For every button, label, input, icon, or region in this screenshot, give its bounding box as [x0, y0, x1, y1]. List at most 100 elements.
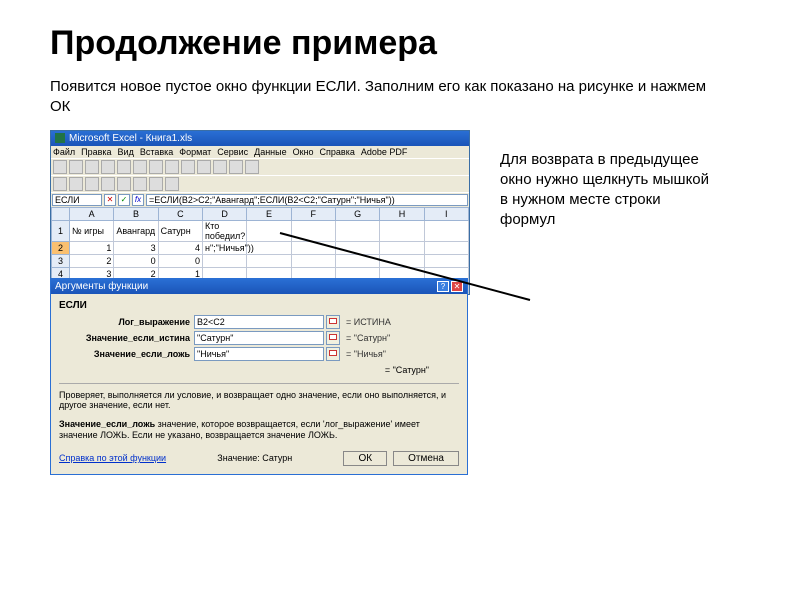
excel-icon [55, 133, 65, 143]
side-note: Для возврата в предыдущее окно нужно щел… [500, 150, 720, 231]
argument-label: Лог_выражение [59, 317, 194, 327]
cell[interactable]: 0 [158, 254, 202, 267]
toolbar-button[interactable] [133, 177, 147, 191]
toolbar-button[interactable] [85, 160, 99, 174]
cell[interactable] [424, 254, 468, 267]
column-header[interactable]: C [158, 207, 202, 220]
cell[interactable] [247, 220, 291, 241]
cell[interactable]: Кто победил? [202, 220, 246, 241]
toolbar-button[interactable] [101, 177, 115, 191]
argument-input[interactable] [194, 315, 324, 329]
cell[interactable] [291, 241, 335, 254]
excel-screenshot: Microsoft Excel - Книга1.xls Файл Правка В… [50, 130, 470, 295]
argument-resolved: = "Ничья" [346, 349, 386, 359]
help-button[interactable]: ? [437, 281, 449, 292]
value-label: Значение: Сатурн [217, 453, 292, 463]
column-header[interactable]: F [291, 207, 335, 220]
menu-item[interactable]: Вставка [140, 147, 173, 157]
toolbar-button[interactable] [197, 160, 211, 174]
menu-item[interactable]: Справка [320, 147, 355, 157]
cell[interactable]: Сатурн [158, 220, 202, 241]
accept-formula-icon[interactable]: ✓ [118, 194, 130, 206]
toolbar-button[interactable] [149, 160, 163, 174]
menu-item[interactable]: Файл [53, 147, 75, 157]
menu-item[interactable]: Окно [293, 147, 314, 157]
toolbar-button[interactable] [165, 160, 179, 174]
help-link[interactable]: Справка по этой функции [59, 453, 166, 463]
cell[interactable] [380, 254, 424, 267]
column-header[interactable]: I [424, 207, 468, 220]
toolbar-button[interactable] [245, 160, 259, 174]
cell[interactable] [202, 254, 246, 267]
formula-bar[interactable]: =ЕСЛИ(B2>C2;"Авангард";ЕСЛИ(B2<C2;"Сатур… [146, 194, 468, 206]
menu-item[interactable]: Формат [179, 147, 211, 157]
cancel-button[interactable]: Отмена [393, 451, 459, 466]
row-header[interactable]: 3 [52, 254, 70, 267]
toolbar-button[interactable] [101, 160, 115, 174]
window-title: Microsoft Excel - Книга1.xls [69, 133, 192, 144]
ok-button[interactable]: ОК [343, 451, 387, 466]
fx-icon[interactable]: fx [132, 194, 144, 206]
menu-item[interactable]: Сервис [217, 147, 248, 157]
toolbar-button[interactable] [181, 160, 195, 174]
close-icon[interactable]: ✕ [451, 281, 463, 292]
toolbar-button[interactable] [117, 160, 131, 174]
toolbar-button[interactable] [165, 177, 179, 191]
toolbar-button[interactable] [69, 160, 83, 174]
cell[interactable]: Авангард [114, 220, 158, 241]
cell[interactable]: 0 [114, 254, 158, 267]
function-arguments-dialog: Аргументы функции ? ✕ ЕСЛИ Лог_выражение… [50, 278, 468, 475]
row-header[interactable]: 1 [52, 220, 70, 241]
toolbar-button[interactable] [213, 160, 227, 174]
range-selector-icon[interactable] [326, 315, 340, 329]
menu-item[interactable]: Правка [81, 147, 111, 157]
menu-item[interactable]: Вид [118, 147, 134, 157]
cell[interactable] [335, 241, 379, 254]
toolbar-button[interactable] [149, 177, 163, 191]
column-header[interactable]: B [114, 207, 158, 220]
argument-resolved: = "Сатурн" [346, 333, 390, 343]
column-header[interactable]: A [70, 207, 114, 220]
cell[interactable]: № игры [70, 220, 114, 241]
toolbar-button[interactable] [229, 160, 243, 174]
cell[interactable]: 1 [70, 241, 114, 254]
toolbar-button[interactable] [69, 177, 83, 191]
range-selector-icon[interactable] [326, 331, 340, 345]
cell[interactable] [380, 241, 424, 254]
menu-item[interactable]: Данные [254, 147, 287, 157]
column-header[interactable]: E [247, 207, 291, 220]
toolbar-button[interactable] [53, 160, 67, 174]
menu-item[interactable]: Adobe PDF [361, 147, 408, 157]
toolbar-button[interactable] [133, 160, 147, 174]
argument-input[interactable] [194, 347, 324, 361]
function-name: ЕСЛИ [59, 300, 459, 311]
cell[interactable] [291, 220, 335, 241]
cell[interactable] [424, 241, 468, 254]
cell[interactable] [380, 220, 424, 241]
cell[interactable]: 3 [114, 241, 158, 254]
column-header[interactable]: G [335, 207, 379, 220]
cell[interactable] [291, 254, 335, 267]
column-header[interactable]: D [202, 207, 246, 220]
menu-bar[interactable]: Файл Правка Вид Вставка Формат Сервис Данные Ок… [51, 146, 469, 158]
toolbar-button[interactable] [85, 177, 99, 191]
range-selector-icon[interactable] [326, 347, 340, 361]
cell[interactable] [335, 254, 379, 267]
row-header[interactable]: 2 [52, 241, 70, 254]
cell[interactable] [424, 220, 468, 241]
cell[interactable]: н";"Ничья")) [202, 241, 246, 254]
toolbar-2[interactable] [51, 175, 469, 192]
name-box[interactable]: ЕСЛИ [52, 194, 102, 206]
cell[interactable]: 4 [158, 241, 202, 254]
cell[interactable] [247, 254, 291, 267]
toolbar-button[interactable] [53, 177, 67, 191]
toolbar-button[interactable] [117, 177, 131, 191]
cell[interactable] [335, 220, 379, 241]
argument-input[interactable] [194, 331, 324, 345]
dialog-title: Аргументы функции [55, 281, 148, 292]
toolbar-1[interactable] [51, 158, 469, 175]
column-header[interactable]: H [380, 207, 424, 220]
argument-resolved: = ИСТИНА [346, 317, 391, 327]
cancel-formula-icon[interactable]: ✕ [104, 194, 116, 206]
cell[interactable]: 2 [70, 254, 114, 267]
